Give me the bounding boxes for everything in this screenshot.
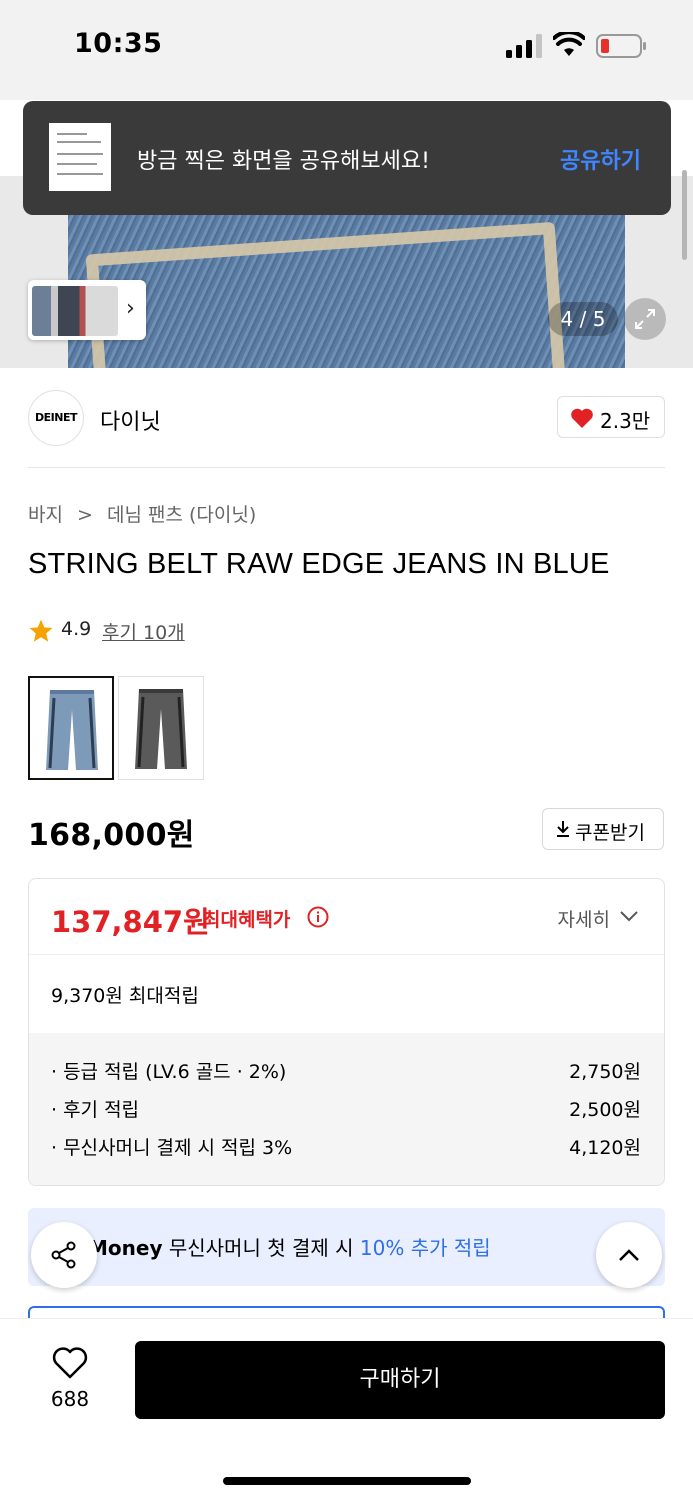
share-button[interactable]: 공유하기 [560, 143, 641, 175]
bottom-action-bar: 688 구매하기 [0, 1318, 693, 1500]
download-icon [557, 821, 569, 837]
promo-brand: Money [88, 1236, 163, 1260]
share-fab[interactable] [31, 1222, 97, 1288]
benefit-box: 137,847원 최대혜택가 자세히 9,370원 최대적립 · 등급 적립 (… [28, 878, 665, 1186]
best-price: 137,847원 [51, 905, 210, 939]
promo-highlight: 10% 추가 적립 [359, 1236, 491, 1260]
breadcrumb-subcategory[interactable]: 데님 팬츠 (다이닛) [107, 504, 256, 526]
brand-like-count: 2.3만 [600, 409, 651, 433]
points-row-value: 4,120원 [569, 1137, 641, 1159]
color-option-black[interactable] [118, 676, 204, 780]
battery-icon [596, 34, 646, 58]
buy-button[interactable]: 구매하기 [135, 1341, 665, 1419]
share-icon [51, 1241, 76, 1269]
coupon-button-label: 쿠폰받기 [575, 822, 645, 844]
status-time: 10:35 [74, 28, 163, 59]
star-icon [29, 619, 53, 642]
home-indicator[interactable] [223, 1477, 471, 1485]
points-breakdown: · 등급 적립 (LV.6 골드 · 2%) 2,750원 · 후기 적립 2,… [29, 1033, 664, 1185]
points-row-value: 2,750원 [569, 1061, 641, 1083]
heart-outline-icon [52, 1347, 88, 1379]
gallery-thumbnail [32, 286, 118, 336]
breadcrumb: 바지 > 데님 팬츠 (다이닛) [28, 500, 264, 527]
screenshot-thumbnail[interactable] [49, 123, 111, 191]
wifi-icon [553, 32, 585, 56]
chevron-up-icon [619, 1249, 639, 1261]
points-row-label: · 등급 적립 (LV.6 골드 · 2%) [51, 1061, 287, 1083]
benefit-header[interactable]: 137,847원 최대혜택가 자세히 [29, 879, 664, 955]
scrollbar[interactable] [682, 170, 687, 260]
chevron-right-icon: › [126, 296, 135, 321]
detail-toggle[interactable]: 자세히 [558, 905, 610, 932]
coupon-button[interactable]: 쿠폰받기 [542, 808, 664, 850]
brand-row: DEINET 다이닛 2.3만 [28, 388, 665, 468]
max-points: 9,370원 최대적립 [51, 985, 199, 1007]
status-bar: 10:35 [0, 0, 693, 100]
money-promo-banner[interactable]: Money 무신사머니 첫 결제 시 10% 추가 적립 [28, 1208, 665, 1286]
product-title: STRING BELT RAW EDGE JEANS IN BLUE [28, 548, 610, 580]
toast-message: 방금 찍은 화면을 공유해보세요! [137, 149, 430, 174]
info-icon[interactable] [307, 906, 329, 928]
best-price-label: 최대혜택가 [203, 909, 291, 931]
review-count-link[interactable]: 후기 10개 [102, 618, 185, 645]
points-row-label: · 무신사머니 결제 시 적립 3% [51, 1137, 293, 1159]
rating-value: 4.9 [61, 618, 92, 640]
points-row-label: · 후기 적립 [51, 1099, 140, 1121]
points-row-value: 2,500원 [569, 1099, 641, 1121]
gallery-counter: 4 / 5 [548, 302, 618, 336]
breadcrumb-separator: > [77, 504, 93, 526]
jeans-blue-thumbnail [46, 690, 98, 770]
color-option-blue[interactable] [28, 676, 114, 780]
expand-icon[interactable] [624, 298, 666, 340]
promo-message: 무신사머니 첫 결제 시 [168, 1236, 354, 1260]
brand-name[interactable]: 다이닛 [100, 404, 161, 436]
brand-like-button[interactable]: 2.3만 [557, 396, 665, 438]
product-price: 168,000원 [28, 818, 195, 853]
promo-text: Money 무신사머니 첫 결제 시 10% 추가 적립 [88, 1232, 491, 1261]
share-toast: 방금 찍은 화면을 공유해보세요! 공유하기 [23, 101, 671, 215]
breadcrumb-category[interactable]: 바지 [28, 504, 63, 526]
scroll-top-fab[interactable] [596, 1222, 662, 1288]
brand-logo[interactable]: DEINET [28, 390, 84, 446]
signal-icon [506, 34, 542, 58]
chevron-down-icon[interactable] [620, 909, 638, 923]
gallery-thumbnail-strip[interactable]: › [28, 280, 146, 340]
wishlist-count: 688 [50, 1387, 90, 1411]
wishlist-button[interactable]: 688 [40, 1347, 100, 1411]
jeans-black-thumbnail [135, 689, 187, 769]
heart-filled-icon [571, 408, 593, 428]
